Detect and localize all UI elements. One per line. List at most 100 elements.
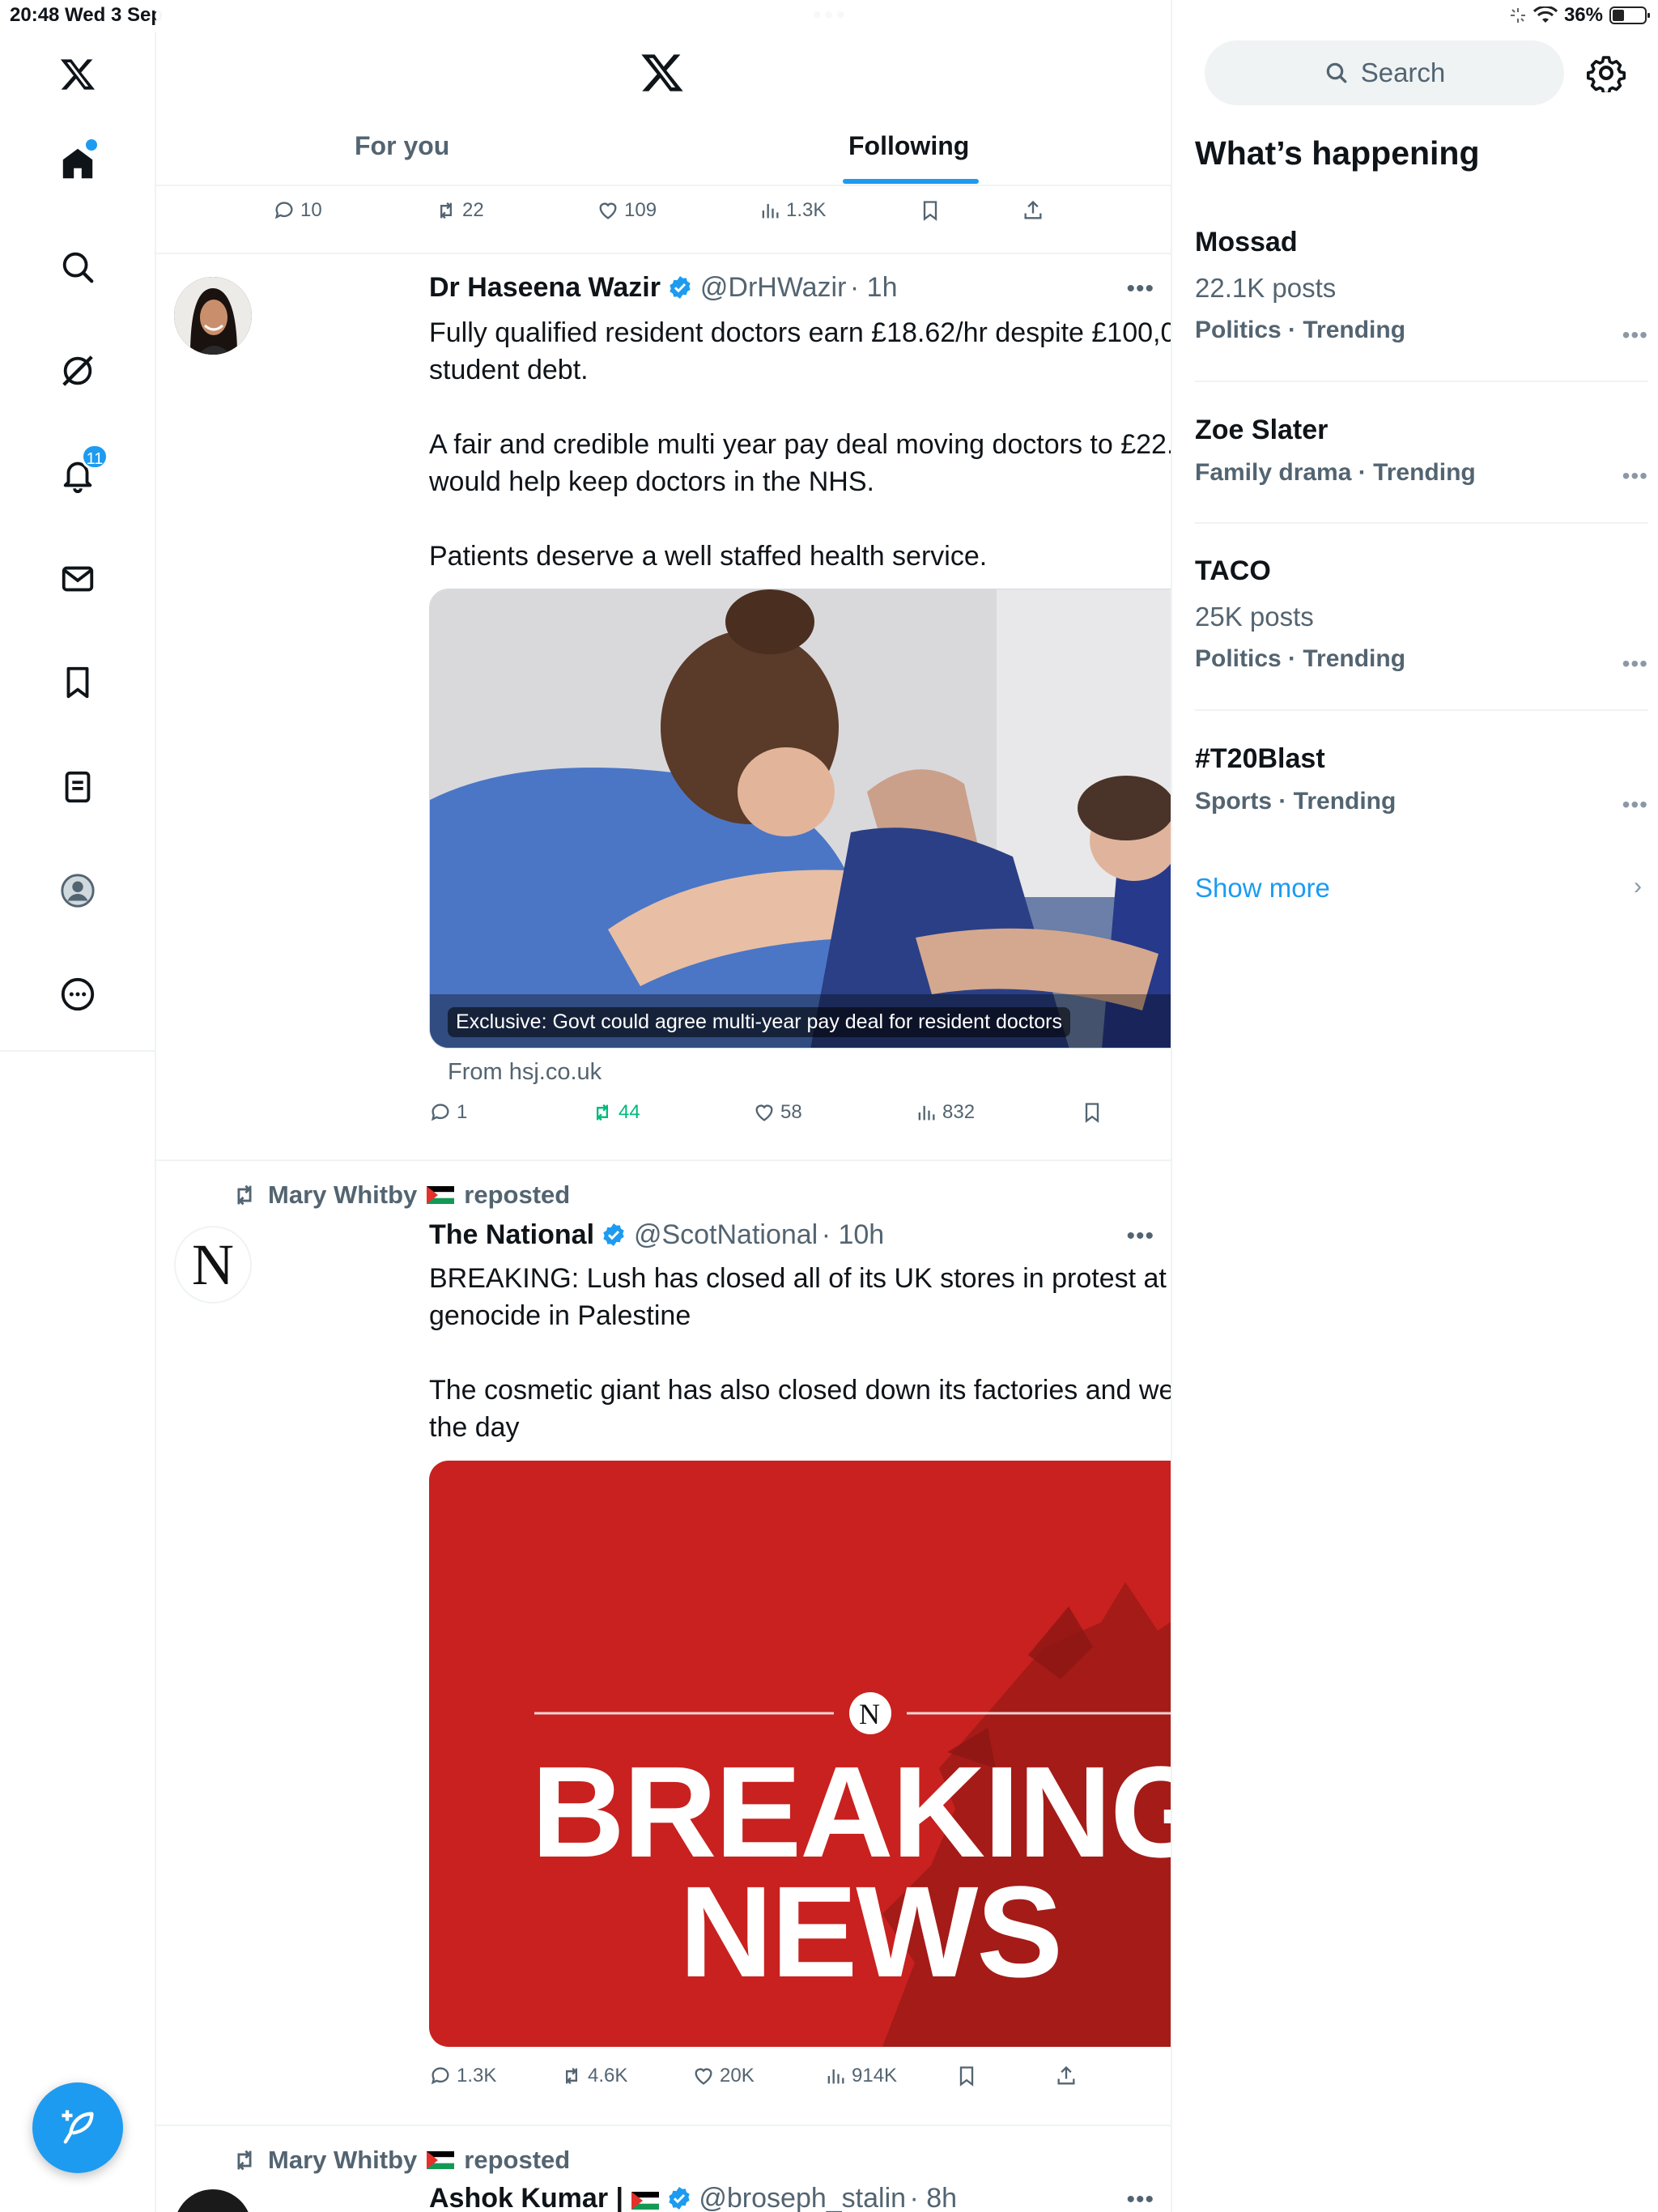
avatar[interactable] [174, 2189, 252, 2212]
link-card-source[interactable]: From hsj.co.uk [448, 1059, 602, 1086]
author-handle[interactable]: @DrHWazir [700, 272, 847, 303]
author-name[interactable]: Dr Haseena Wazir [429, 272, 661, 303]
avatar[interactable] [174, 277, 252, 355]
repost-button[interactable]: 22 [435, 199, 484, 222]
search-input[interactable]: Search [1205, 40, 1564, 105]
breaking-word: BREAKING [531, 1739, 1172, 1884]
x-logo-icon[interactable] [53, 50, 102, 99]
repost-icon [440, 202, 452, 219]
prev-post-actions: 10 22 109 1.3K [273, 199, 1082, 232]
bookmark-button[interactable] [1081, 1101, 1103, 1124]
bookmark-icon [1085, 1103, 1099, 1123]
views-button[interactable]: 914K [824, 2065, 897, 2087]
repost-icon [597, 1104, 608, 1121]
views-button[interactable]: 1.3K [759, 199, 826, 222]
show-more-link[interactable]: Show more [1195, 873, 1330, 904]
post-text-paragraph: Patients deserve a well staffed health s… [429, 541, 988, 572]
more-options-icon[interactable] [53, 970, 102, 1019]
link-card-caption: Exclusive: Govt could agree multi-year p… [448, 1007, 1070, 1037]
repost-icon [566, 2067, 577, 2085]
more-options-icon[interactable]: ••• [1622, 792, 1648, 818]
link-card-image[interactable]: Exclusive: Govt could agree multi-year p… [429, 589, 1171, 1049]
repost-button[interactable]: 44 [591, 1101, 640, 1124]
post-text-paragraph: A fair and credible multi year pay deal … [429, 429, 1172, 497]
like-button[interactable]: 58 [753, 1101, 802, 1124]
lists-icon[interactable] [53, 763, 102, 811]
trend-item[interactable]: Mossad 22.1K posts Politics · Trending •… [1195, 227, 1648, 347]
notifications-bell-icon[interactable]: 11 [53, 444, 108, 499]
repost-label: reposted [464, 2146, 571, 2174]
more-options-icon[interactable]: ••• [1622, 651, 1648, 677]
avatar[interactable]: N [174, 1226, 252, 1304]
reply-button[interactable]: 1.3K [429, 2065, 496, 2087]
bookmark-button[interactable] [919, 199, 942, 222]
post-time[interactable]: · 8h [910, 2183, 958, 2212]
repost-context[interactable]: Mary Whitby reposted [231, 2146, 570, 2175]
post-divider [156, 1159, 1171, 1161]
share-button[interactable] [1055, 2065, 1078, 2087]
repost-count: 44 [619, 1101, 640, 1123]
bookmark-icon [923, 201, 937, 221]
post-text-paragraph: Fully qualified resident doctors earn £1… [429, 317, 1172, 385]
search-placeholder: Search [1360, 57, 1446, 87]
views-button[interactable]: 832 [915, 1101, 975, 1124]
like-button[interactable]: 20K [692, 2065, 755, 2087]
like-button[interactable]: 109 [597, 199, 657, 222]
views-chart-icon [918, 1105, 935, 1121]
reply-button[interactable]: 1 [429, 1101, 467, 1124]
reply-count: 1 [457, 1101, 468, 1123]
post-image[interactable]: N BREAKING NEWS [429, 1461, 1172, 2047]
more-options-icon[interactable]: ••• [1126, 1223, 1154, 1250]
trend-item[interactable]: #T20Blast Sports · Trending ••• [1195, 743, 1648, 818]
explore-search-icon[interactable] [53, 243, 102, 291]
chevron-right-icon[interactable]: › [1634, 873, 1642, 900]
repost-context[interactable]: Mary Whitby reposted [231, 1180, 570, 1210]
profile-avatar-icon[interactable] [53, 866, 102, 915]
post-actions: 1 44 58 832 [429, 1101, 1171, 1134]
views-count: 914K [852, 2065, 898, 2087]
trend-item[interactable]: Zoe Slater Family drama · Trending ••• [1195, 415, 1648, 489]
more-options-icon[interactable]: ••• [1622, 463, 1648, 489]
author-name[interactable]: Ashok Kumar | [429, 2183, 623, 2212]
post-text-paragraph: The cosmetic giant has also closed down … [429, 1375, 1171, 1443]
bookmark-button[interactable] [955, 2065, 978, 2087]
post-header: Dr Haseena Wazir @DrHWazir · 1h [429, 272, 897, 304]
more-options-icon[interactable]: ••• [1126, 2186, 1154, 2212]
repost-by-name: Mary Whitby [268, 2146, 418, 2174]
author-name[interactable]: The National [429, 1219, 594, 1250]
more-options-icon[interactable]: ••• [1126, 275, 1154, 303]
more-options-icon[interactable]: ••• [1622, 322, 1648, 348]
x-logo-icon[interactable] [640, 50, 685, 96]
author-handle[interactable]: @broseph_stalin [699, 2183, 906, 2212]
active-tab-indicator [843, 179, 979, 184]
post-time[interactable]: · 1h [850, 272, 898, 303]
trend-category: Sports · Trending [1195, 788, 1397, 815]
tab-for-you[interactable]: For you [355, 131, 449, 161]
post-text: Fully qualified resident doctors earn £1… [429, 314, 1172, 575]
trend-name: Zoe Slater [1195, 415, 1329, 445]
post-text-paragraph: BREAKING: Lush has closed all of its UK … [429, 1263, 1171, 1331]
bookmarks-icon[interactable] [53, 658, 102, 707]
status-time: 20:48 Wed 3 Sep [10, 4, 163, 26]
trend-item[interactable]: TACO 25K posts Politics · Trending ••• [1195, 555, 1648, 676]
settings-gear-icon[interactable] [1587, 53, 1626, 92]
home-icon[interactable] [53, 139, 102, 188]
breaking-news-text: BREAKING NEWS [429, 1739, 1172, 1997]
trend-posts: 25K posts [1195, 602, 1314, 632]
home-unread-dot [86, 139, 97, 151]
heart-icon [755, 1104, 773, 1121]
repost-by-name: Mary Whitby [268, 1180, 418, 1209]
post-time[interactable]: · 10h [822, 1219, 885, 1250]
messages-envelope-icon[interactable] [53, 555, 102, 603]
notifications-badge: 11 [81, 444, 108, 470]
search-icon [1326, 62, 1347, 83]
grok-icon[interactable] [53, 347, 102, 395]
compose-post-button[interactable] [32, 2082, 123, 2173]
share-button[interactable] [1022, 199, 1044, 222]
author-handle[interactable]: @ScotNational [634, 1219, 818, 1250]
tab-following[interactable]: Following [848, 131, 969, 161]
post-text: BREAKING: Lush has closed all of its UK … [429, 1260, 1171, 1446]
reply-button[interactable]: 10 [273, 199, 322, 222]
repost-icon [237, 2150, 252, 2171]
repost-button[interactable]: 4.6K [560, 2065, 627, 2087]
